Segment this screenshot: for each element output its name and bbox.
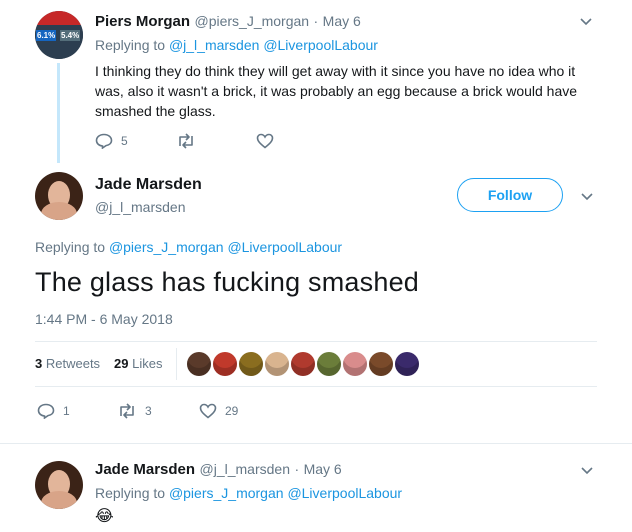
avatar-stat-right: 5.4%: [60, 30, 81, 41]
likers-avatars: [187, 352, 421, 381]
retweet-count: 3: [145, 404, 152, 418]
follow-button[interactable]: Follow: [457, 178, 563, 212]
liker-avatar[interactable]: [369, 352, 393, 376]
likes-count: 29: [114, 356, 129, 371]
reply-icon: [95, 133, 113, 149]
tweet-text: 😂: [95, 508, 114, 525]
likes-stat[interactable]: 29 Likes: [114, 356, 162, 371]
replying-to: Replying to @j_l_marsden @LiverpoolLabou…: [95, 37, 378, 53]
avatar-jade-marsden[interactable]: [35, 172, 83, 220]
mention-link[interactable]: @LiverpoolLabour: [263, 37, 378, 53]
retweet-icon: [179, 133, 193, 149]
author-name[interactable]: Jade Marsden: [95, 461, 195, 478]
heart-icon: [256, 133, 274, 149]
reply-icon: [37, 403, 55, 419]
separator-dot: ·: [313, 13, 319, 29]
reply-count: 5: [121, 134, 128, 148]
replying-prefix: Replying to: [35, 239, 106, 255]
retweet-action[interactable]: 3: [117, 403, 152, 419]
mention-link[interactable]: @LiverpoolLabour: [287, 485, 402, 501]
heart-icon: [199, 403, 217, 419]
tweet-text: I thinking they do think they will get a…: [95, 63, 578, 119]
like-count: 29: [225, 404, 239, 418]
replying-prefix: Replying to: [95, 485, 166, 501]
separator-dot: ·: [294, 461, 300, 477]
avatar-jade-marsden[interactable]: [35, 461, 83, 509]
tweet1-header: Piers Morgan @piers_J_morgan · May 6: [95, 13, 361, 31]
liker-avatar[interactable]: [317, 352, 341, 376]
mention-link[interactable]: @j_l_marsden: [169, 37, 259, 53]
stats-separator: [176, 348, 177, 380]
author-handle[interactable]: @piers_J_morgan: [194, 13, 309, 29]
author-handle[interactable]: @j_l_marsden: [95, 199, 185, 215]
divider: [0, 443, 632, 444]
reply-count: 1: [63, 404, 70, 418]
liker-avatar[interactable]: [187, 352, 211, 376]
chevron-down-icon[interactable]: [580, 463, 594, 482]
retweets-count: 3: [35, 356, 43, 371]
author-name[interactable]: Piers Morgan: [95, 13, 190, 30]
author-name[interactable]: Jade Marsden: [95, 176, 202, 194]
avatar-stat-left: 6.1%: [36, 30, 57, 41]
liker-avatar[interactable]: [395, 352, 419, 376]
thread-line: [57, 63, 60, 163]
reply-action[interactable]: 1: [37, 403, 70, 419]
tweet-date[interactable]: May 6: [304, 461, 342, 477]
retweet-action[interactable]: [176, 133, 204, 149]
retweet-icon: [120, 403, 134, 419]
replying-to: Replying to @piers_J_morgan @LiverpoolLa…: [35, 239, 342, 255]
chevron-down-icon[interactable]: [579, 14, 593, 33]
liker-avatar[interactable]: [343, 352, 367, 376]
like-action[interactable]: [256, 133, 282, 149]
liker-avatar[interactable]: [213, 352, 237, 376]
retweets-label: Retweets: [45, 356, 101, 371]
tweet3-header: Jade Marsden @j_l_marsden · May 6: [95, 461, 342, 479]
likes-label: Likes: [132, 356, 163, 371]
replying-prefix: Replying to: [95, 37, 166, 53]
replying-to: Replying to @piers_J_morgan @LiverpoolLa…: [95, 485, 402, 501]
mention-link[interactable]: @piers_J_morgan: [109, 239, 224, 255]
mention-link[interactable]: @piers_J_morgan: [169, 485, 284, 501]
liker-avatar[interactable]: [291, 352, 315, 376]
retweets-stat[interactable]: 3 Retweets: [35, 356, 100, 371]
tweet-timestamp[interactable]: 1:44 PM - 6 May 2018: [35, 311, 173, 327]
divider: [35, 386, 597, 387]
tweet-text: The glass has fucking smashed: [35, 267, 419, 297]
author-handle[interactable]: @j_l_marsden: [200, 461, 290, 477]
like-action[interactable]: 29: [199, 403, 238, 419]
reply-action[interactable]: 5: [95, 133, 128, 149]
liker-avatar[interactable]: [265, 352, 289, 376]
avatar-piers-morgan[interactable]: 6.1% 5.4%: [35, 11, 83, 59]
tweet-date[interactable]: May 6: [323, 13, 361, 29]
mention-link[interactable]: @LiverpoolLabour: [227, 239, 342, 255]
liker-avatar[interactable]: [239, 352, 263, 376]
chevron-down-icon[interactable]: [580, 189, 594, 208]
divider: [35, 341, 597, 342]
